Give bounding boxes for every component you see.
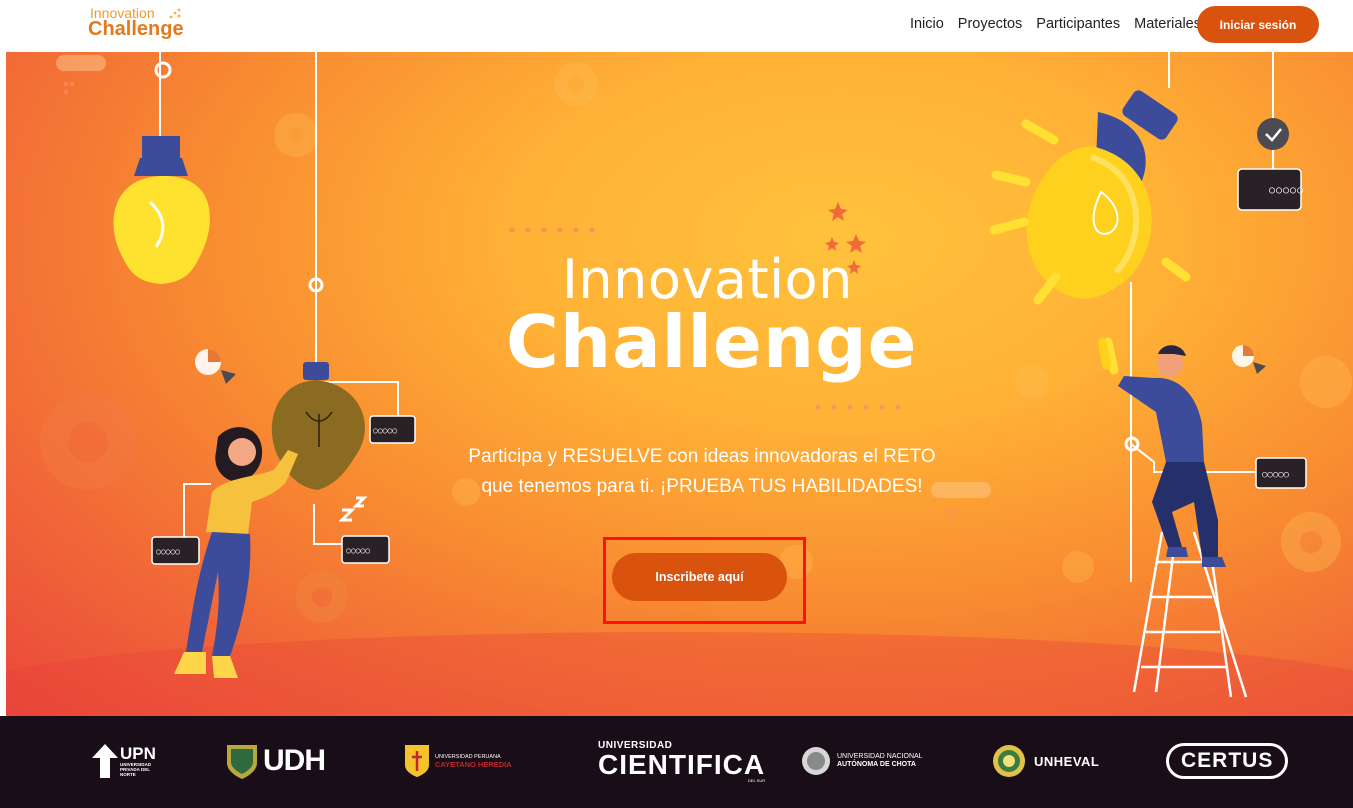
upn-arrow-icon [92,744,118,778]
udh-name: UDH [263,744,326,777]
panel-dots: ○○○○○ [346,546,370,555]
sponsor-logo-cientifica[interactable]: UNIVERSIDAD CIENTIFICA DEL SUR [598,736,765,786]
register-button[interactable]: Inscribete aquí [612,553,787,601]
cayetano-line2: CAYETANO HEREDIA [435,760,512,769]
sponsor-logo-upn[interactable]: UPN UNIVERSIDAD PRIVADA DEL NORTE [92,736,156,786]
sponsor-logo-certus[interactable]: CERTUS [1166,736,1289,786]
magnifier-icon [1232,345,1266,374]
cientifica-line3: DEL SUR [747,777,766,783]
panel-dots: ○○○○○ [373,426,397,435]
site-logo[interactable]: Innovation Challenge [88,6,184,39]
lightbulb-icon [1026,90,1178,299]
login-button[interactable]: Iniciar sesión [1197,6,1319,43]
cayetano-shield-icon [405,745,429,777]
logo-spark-icon [169,8,181,19]
magnifier-icon [195,349,236,384]
nav-link-materiales[interactable]: Materiales [1134,16,1201,32]
main-nav: Inicio Proyectos Participantes Materiale… [910,16,1201,32]
cientifica-line2: CIENTIFICA [598,748,766,780]
certus-name: CERTUS [1166,743,1289,779]
unac-crest-icon [802,747,830,775]
unac-line1: UNIVERSIDAD NACIONAL [837,753,923,760]
sponsor-logo-unac[interactable]: UNIVERSIDAD NACIONAL AUTÓNOMA DE CHOTA [801,736,923,786]
sponsor-logo-unheval[interactable]: UNHEVAL [992,736,1099,786]
nav-link-inicio[interactable]: Inicio [910,16,944,32]
unheval-name: UNHEVAL [1034,753,1100,769]
udh-shield-icon [227,745,257,779]
panel-dots: ○○○○○ [156,547,180,556]
gear-icon [296,571,348,623]
sponsor-logo-cayetano[interactable]: UNIVERSIDAD PERUANA CAYETANO HEREDIA [405,736,512,786]
nav-link-proyectos[interactable]: Proyectos [958,16,1022,32]
hero-tagline: Participa y RESUELVE con ideas innovador… [468,446,936,497]
top-navbar: Innovation Challenge Inicio Proyectos Pa… [0,0,1353,52]
panel-dots: ○○○○○ [1262,470,1290,480]
sponsor-strip: UPN UNIVERSIDAD PRIVADA DEL NORTE UDH UN… [0,716,1353,808]
unac-line2: AUTÓNOMA DE CHOTA [837,761,916,768]
lightbulb-icon [113,136,210,284]
unheval-crest-icon [993,745,1025,777]
panel-dots: ○○○○○ [1269,185,1304,196]
upn-name: UPN [120,744,156,763]
gear-icon [40,394,136,490]
sponsor-logo-udh[interactable]: UDH [227,736,326,786]
nav-link-participantes[interactable]: Participantes [1036,16,1120,32]
logo-text-challenge: Challenge [88,18,184,40]
upn-subtitle: UNIVERSIDAD PRIVADA DEL NORTE [120,762,152,777]
hero-banner: ○○○○○ ○○○○○ ○○○○○ ○○○○○ ○○○○○ Innovation… [6,52,1353,716]
hero-title-line2: Challenge [506,300,918,384]
